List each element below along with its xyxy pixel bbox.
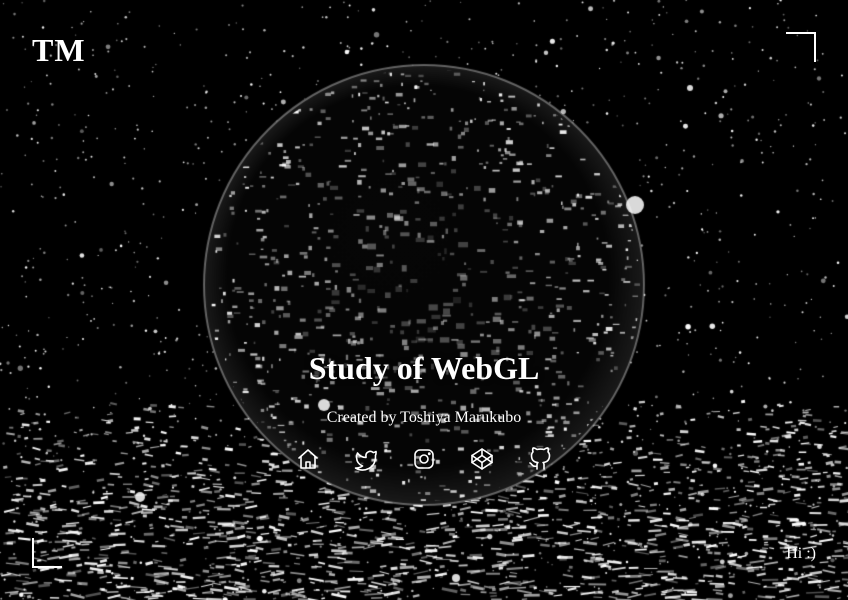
- webgl-canvas: [0, 0, 848, 600]
- greeting-text: Hi :): [786, 545, 816, 562]
- corner-bracket-top-right: [786, 32, 816, 62]
- webgl-stage: TM Study of WebGL Created by Toshiya Mar…: [0, 0, 848, 600]
- corner-bracket-bottom-left: [32, 538, 62, 568]
- twitter-icon[interactable]: [354, 447, 378, 471]
- hero: Study of WebGL Created by Toshiya Maruku…: [0, 346, 848, 428]
- home-icon[interactable]: [296, 447, 320, 471]
- logo-link[interactable]: TM: [32, 34, 86, 66]
- codepen-icon[interactable]: [470, 447, 494, 471]
- instagram-icon[interactable]: [412, 447, 436, 471]
- github-icon[interactable]: [528, 447, 552, 471]
- social-links: [0, 447, 848, 471]
- page-title: Study of WebGL: [308, 350, 540, 386]
- credit-text: Created by Toshiya Marukubo: [326, 409, 522, 426]
